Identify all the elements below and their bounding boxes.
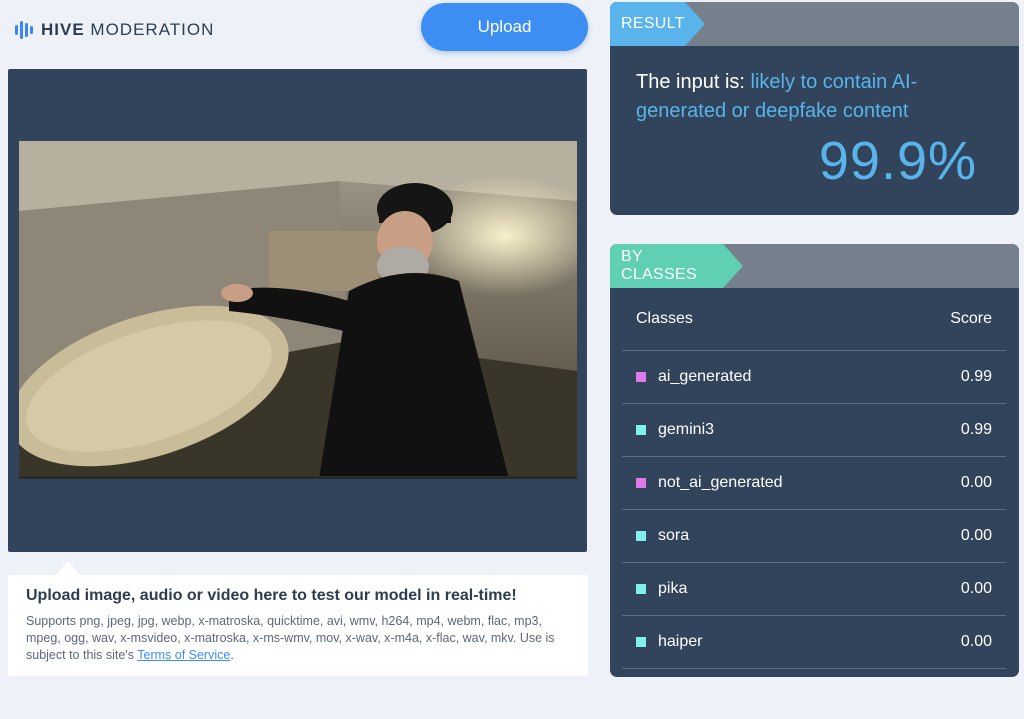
table-row: pika 0.00 (622, 563, 1006, 616)
class-color-marker (636, 584, 646, 594)
classes-card: BY CLASSES Classes Score ai_generated 0.… (610, 244, 1019, 677)
table-row: ai_generated 0.99 (622, 351, 1006, 404)
result-verdict: The input is: likely to contain AI-gener… (636, 71, 918, 122)
hive-logo-icon (15, 20, 33, 40)
uploaded-image-illustration (19, 141, 577, 476)
hive-logo[interactable]: HIVE MODERATION (15, 20, 214, 40)
table-header: Classes Score (622, 288, 1006, 351)
class-score: 0.00 (960, 633, 992, 650)
result-percentage: 99.9% (818, 131, 977, 191)
class-color-marker (636, 478, 646, 488)
class-name: sora (658, 527, 690, 544)
terms-of-service-link[interactable]: Terms of Service (137, 648, 230, 662)
classes-table: Classes Score ai_generated 0.99 gemini3 … (622, 288, 1006, 669)
result-card: RESULT The input is: likely to contain A… (610, 2, 1019, 215)
uploaded-image (19, 141, 577, 479)
class-name: pika (658, 580, 688, 597)
table-row: not_ai_generated 0.00 (622, 457, 1006, 510)
class-score: 0.00 (960, 527, 992, 544)
classes-header: BY CLASSES (610, 244, 1019, 288)
upload-button[interactable]: Upload (421, 3, 588, 51)
hint-title: Upload image, audio or video here to tes… (26, 587, 517, 604)
media-preview-panel[interactable] (8, 69, 587, 552)
classes-tag: BY CLASSES (610, 244, 743, 288)
column-score: Score (950, 310, 992, 327)
result-tag: RESULT (610, 2, 705, 46)
class-score: 0.99 (960, 421, 992, 438)
brand-name: HIVE MODERATION (41, 20, 215, 39)
hint-pointer (56, 561, 80, 575)
class-name: gemini3 (658, 421, 715, 438)
class-color-marker (636, 637, 646, 647)
class-score: 0.99 (960, 368, 992, 385)
hint-body: Supports png, jpeg, jpg, webp, x-matrosk… (26, 614, 555, 662)
column-classes: Classes (636, 310, 693, 327)
class-color-marker (636, 425, 646, 435)
table-row: gemini3 0.99 (622, 404, 1006, 457)
table-row: sora 0.00 (622, 510, 1006, 563)
class-score: 0.00 (960, 580, 992, 597)
class-name: haiper (658, 633, 703, 650)
class-name: ai_generated (658, 368, 752, 385)
class-color-marker (636, 372, 646, 382)
table-row: haiper 0.00 (622, 616, 1006, 669)
upload-hint: Upload image, audio or video here to tes… (8, 575, 588, 676)
result-header: RESULT (610, 2, 1019, 46)
class-score: 0.00 (960, 474, 992, 491)
class-name: not_ai_generated (658, 474, 783, 491)
class-color-marker (636, 531, 646, 541)
